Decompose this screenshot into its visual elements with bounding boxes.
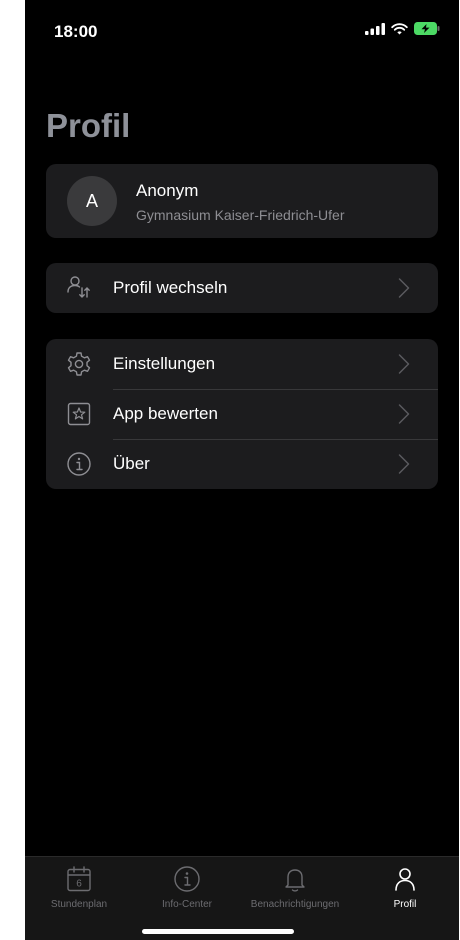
settings-card: Einstellungen App bewerten Über	[46, 339, 438, 489]
profile-name: Anonym	[136, 181, 199, 200]
bell-icon	[285, 869, 305, 892]
chevron-right-icon	[398, 354, 410, 374]
tab-label: Info-Center	[161, 899, 213, 910]
rate-app-row[interactable]: App bewerten	[46, 389, 438, 439]
status-icons	[365, 22, 441, 35]
profile-card[interactable]: A Anonym Gymnasium Kaiser-Friedrich-Ufer	[46, 164, 438, 238]
switch-profile-icon	[67, 276, 90, 298]
switch-profile-label: Profil wechseln	[113, 278, 228, 297]
info-icon	[67, 452, 91, 476]
calendar-icon: 6	[67, 866, 91, 892]
rate-app-label: App bewerten	[113, 404, 218, 423]
info-icon	[174, 866, 200, 892]
status-time: 18:00	[54, 22, 98, 41]
avatar: A	[67, 176, 117, 226]
tab-stundenplan[interactable]: 6 Stundenplan	[25, 865, 133, 915]
signal-icon	[365, 22, 385, 35]
battery-charging-icon	[414, 22, 440, 35]
settings-row[interactable]: Einstellungen	[46, 339, 438, 389]
tab-benachrichtigungen[interactable]: Benachrichtigungen	[241, 865, 349, 915]
switch-profile-card: Profil wechseln	[46, 263, 438, 313]
status-bar: 18:00	[25, 0, 459, 60]
tab-profil[interactable]: Profil	[351, 865, 459, 915]
switch-profile-row[interactable]: Profil wechseln	[46, 263, 438, 313]
settings-label: Einstellungen	[113, 354, 216, 373]
home-indicator	[142, 929, 294, 934]
chevron-right-icon	[398, 278, 410, 298]
gear-icon	[67, 352, 91, 376]
about-row[interactable]: Über	[46, 439, 438, 489]
app-screen: 18:00 Profil A Anonym Gymnasium Kaiser-F…	[25, 0, 459, 940]
tab-label: Profil	[393, 899, 417, 910]
page-title: Profil	[46, 107, 131, 144]
tab-label: Benachrichtigungen	[250, 899, 340, 910]
tab-label: Stundenplan	[50, 899, 108, 910]
profile-school: Gymnasium Kaiser-Friedrich-Ufer	[136, 207, 345, 223]
person-icon	[395, 868, 415, 891]
chevron-right-icon	[398, 454, 410, 474]
tab-bar: 6 Stundenplan Info-Center Benachrichtigu…	[25, 856, 459, 940]
tab-info-center[interactable]: Info-Center	[133, 865, 241, 915]
wifi-icon	[391, 22, 408, 34]
chevron-right-icon	[398, 404, 410, 424]
calendar-day-number: 6	[76, 879, 82, 890]
about-label: Über	[113, 454, 150, 473]
star-box-icon	[67, 402, 91, 426]
